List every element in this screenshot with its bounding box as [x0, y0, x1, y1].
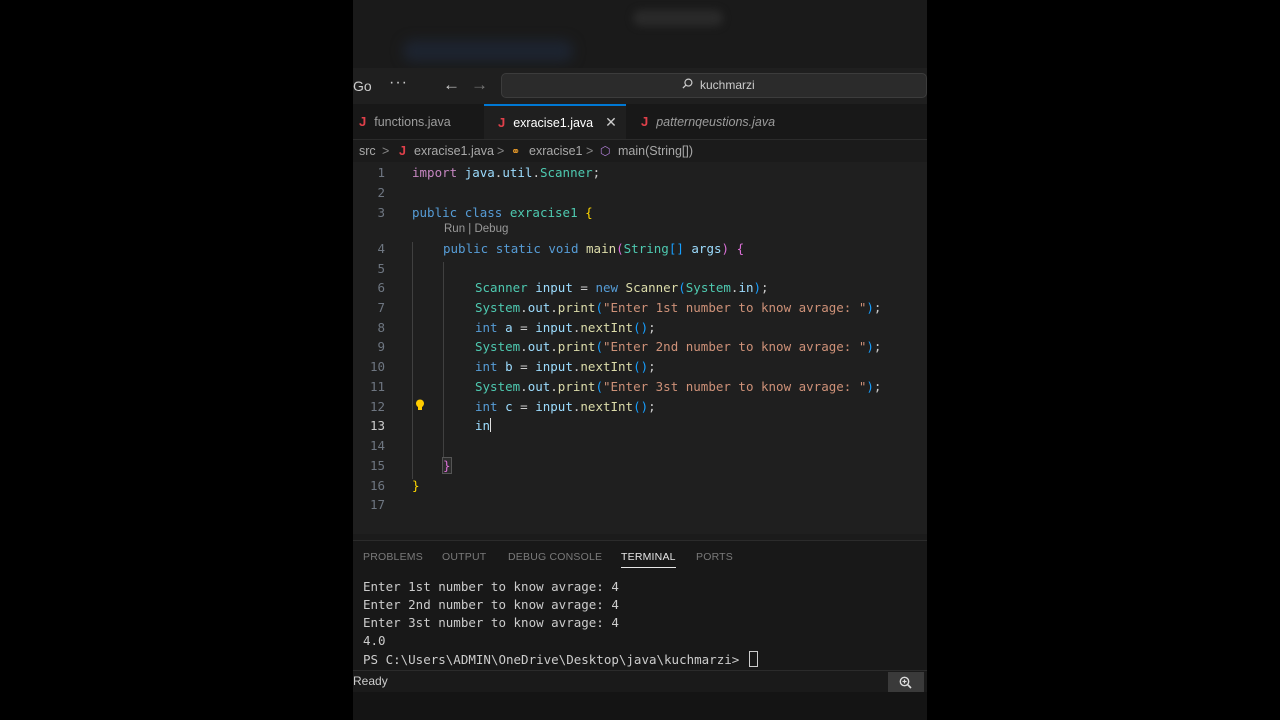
breadcrumb: src > J exracise1.java > ⚭ exracise1 > ⬡…	[353, 142, 927, 162]
breadcrumb-class[interactable]: exracise1	[529, 144, 583, 158]
blurred-footer	[353, 692, 927, 720]
panel-tab-terminal[interactable]: TERMINAL	[621, 551, 676, 568]
chevron-right-icon: >	[497, 144, 505, 158]
code-line-16: }	[412, 478, 420, 493]
panel-tab-output[interactable]: OUTPUT	[442, 551, 486, 563]
java-file-icon: J	[641, 114, 649, 129]
code-line-9: System.out.print("Enter 2nd number to kn…	[475, 339, 882, 354]
code-line-6: Scanner input = new Scanner(System.in);	[475, 280, 769, 295]
indent-guide	[443, 262, 444, 460]
panel-tab-problems[interactable]: PROBLEMS	[363, 551, 423, 563]
code-line-13[interactable]: in	[475, 418, 492, 433]
line-number: 8	[377, 320, 385, 335]
line-number: 3	[377, 205, 385, 220]
class-icon: ⚭	[511, 146, 521, 158]
title-bar: Go ··· ← → kuchmarzi	[353, 68, 927, 104]
zoom-button[interactable]	[888, 672, 924, 692]
blurred-shape	[633, 10, 723, 26]
lightbulb-icon[interactable]	[415, 399, 425, 411]
line-number: 6	[377, 280, 385, 295]
code-line-10: int b = input.nextInt();	[475, 359, 656, 374]
forward-arrow-icon[interactable]: →	[471, 75, 488, 95]
line-number: 7	[377, 300, 385, 315]
code-line-7: System.out.print("Enter 1st number to kn…	[475, 300, 882, 315]
vscode-window: Go ··· ← → kuchmarzi Jfunctions.java Jex…	[353, 0, 927, 720]
breadcrumb-method[interactable]: main(String[])	[618, 144, 693, 158]
tab-patternqeustions-java[interactable]: Jpatternqeustions.java	[641, 104, 801, 139]
method-icon: ⬡	[600, 144, 611, 158]
status-text: Ready	[353, 674, 388, 688]
zoom-icon	[899, 676, 912, 689]
breadcrumb-src[interactable]: src	[359, 144, 376, 158]
code-line-11: System.out.print("Enter 3st number to kn…	[475, 379, 882, 394]
chevron-right-icon: >	[382, 144, 390, 158]
java-file-icon: J	[359, 114, 367, 129]
blurred-header	[353, 0, 927, 68]
java-file-icon: J	[399, 144, 406, 158]
tab-exracise1-java[interactable]: Jexracise1.java ✕	[484, 104, 626, 139]
line-number: 4	[377, 241, 385, 256]
tab-label: patternqeustions.java	[656, 115, 776, 129]
terminal-prompt-text: PS C:\Users\ADMIN\OneDrive\Desktop\java\…	[363, 652, 747, 667]
search-label: kuchmarzi	[700, 78, 755, 92]
code-line-8: int a = input.nextInt();	[475, 320, 656, 335]
code-line-4: public static void main(String[] args) {	[443, 241, 745, 256]
line-number: 2	[377, 185, 385, 200]
menu-go[interactable]: Go	[353, 78, 372, 94]
code-line-1: import java.util.Scanner;	[412, 165, 601, 180]
text-cursor	[490, 418, 492, 432]
line-number: 15	[369, 458, 385, 473]
terminal-prompt[interactable]: PS C:\Users\ADMIN\OneDrive\Desktop\java\…	[363, 651, 758, 667]
search-icon	[682, 78, 693, 89]
line-number: 10	[369, 359, 385, 374]
terminal-line: Enter 3st number to know avrage: 4	[363, 615, 619, 630]
line-number: 17	[369, 497, 385, 512]
tab-label: exracise1.java	[513, 116, 594, 130]
panel-tab-debug-console[interactable]: DEBUG CONSOLE	[508, 551, 602, 563]
line-number: 11	[369, 379, 385, 394]
tab-label: functions.java	[374, 115, 451, 129]
more-menu-icon[interactable]: ···	[389, 74, 408, 92]
line-number: 14	[369, 438, 385, 453]
terminal-cursor	[748, 651, 758, 667]
code-line-3: public class exracise1 {	[412, 205, 593, 220]
tab-functions-java[interactable]: Jfunctions.java	[359, 104, 479, 139]
terminal-line: Enter 2nd number to know avrage: 4	[363, 597, 619, 612]
editor-tabs: Jfunctions.java Jexracise1.java ✕ Jpatter…	[353, 104, 927, 140]
terminal-line: 4.0	[363, 633, 386, 648]
line-number: 5	[377, 261, 385, 276]
codelens-run-debug[interactable]: Run | Debug	[444, 223, 508, 235]
java-file-icon: J	[498, 115, 506, 130]
command-center-search[interactable]: kuchmarzi	[501, 73, 927, 98]
line-number-current: 13	[369, 418, 385, 433]
back-arrow-icon[interactable]: ←	[443, 75, 460, 95]
code-line-15: }	[442, 457, 452, 474]
indent-guide	[412, 242, 413, 479]
line-number: 1	[377, 165, 385, 180]
chevron-right-icon: >	[586, 144, 594, 158]
line-number: 16	[369, 478, 385, 493]
terminal-line: Enter 1st number to know avrage: 4	[363, 579, 619, 594]
breadcrumb-file[interactable]: exracise1.java	[414, 144, 494, 158]
line-number: 9	[377, 339, 385, 354]
status-bar: Ready	[353, 670, 927, 693]
code-line-12: int c = input.nextInt();	[475, 399, 656, 414]
panel-tab-ports[interactable]: PORTS	[696, 551, 733, 563]
code-editor[interactable]: 1 2 3 4 5 6 7 8 9 10 11 12 13 14 15 16 1…	[353, 162, 927, 534]
line-number: 12	[369, 399, 385, 414]
close-icon[interactable]: ✕	[605, 114, 617, 130]
bottom-panel: PROBLEMS OUTPUT DEBUG CONSOLE TERMINAL P…	[353, 540, 927, 671]
blurred-shape	[403, 40, 573, 62]
